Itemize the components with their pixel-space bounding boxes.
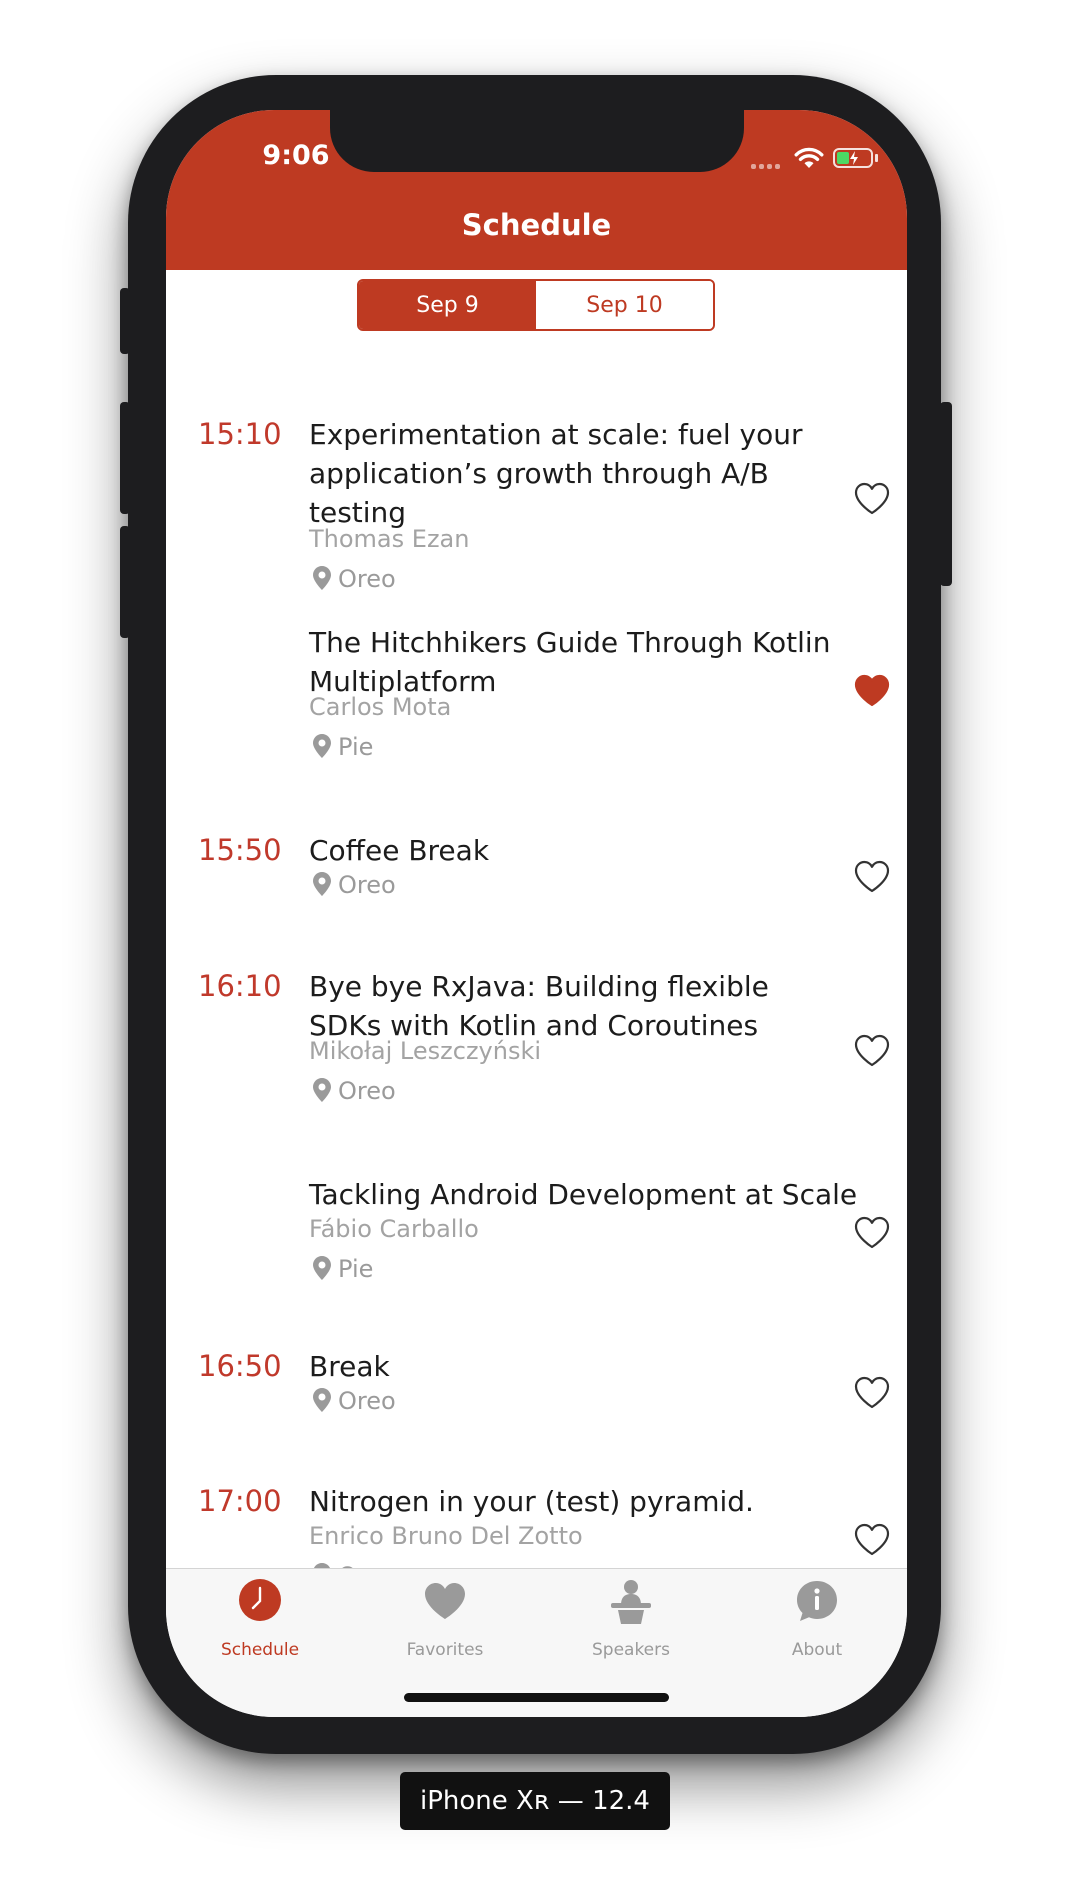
cellular-signal-dot: [767, 164, 772, 169]
battery-cap: [875, 154, 878, 162]
session-speaker: Thomas Ezan: [309, 525, 470, 553]
session-row[interactable]: Tackling Android Development at Scale Fá…: [166, 1175, 907, 1295]
day-selector: Sep 9 Sep 10: [357, 279, 715, 331]
session-time: 15:10: [198, 417, 282, 451]
session-title: Tackling Android Development at Scale: [309, 1178, 858, 1211]
favorite-heart-icon[interactable]: [852, 1373, 892, 1413]
cellular-signal-dot: [759, 164, 764, 169]
room-name: Oreo: [338, 565, 396, 593]
location-pin-icon: [313, 1388, 331, 1412]
location-pin-icon: [313, 734, 331, 758]
session-time: 16:50: [198, 1349, 282, 1383]
info-bubble-icon: [797, 1581, 837, 1621]
room-name: Oreo: [338, 1077, 396, 1105]
session-time: 15:50: [198, 833, 282, 867]
session-row[interactable]: 16:10 Bye bye RxJava: Building flexible …: [166, 967, 907, 1117]
nav-header: 9:06 Schedule: [166, 110, 907, 270]
home-indicator[interactable]: [404, 1693, 669, 1702]
room-name: Oreo: [338, 1387, 396, 1415]
favorite-heart-filled-icon[interactable]: [852, 671, 892, 711]
session-speaker: Mikołaj Leszczyński: [309, 1037, 542, 1065]
session-title: Coffee Break: [309, 834, 490, 867]
session-row[interactable]: 15:10 Experimentation at scale: fuel you…: [166, 415, 907, 600]
favorite-heart-icon[interactable]: [852, 479, 892, 519]
location-pin-icon: [313, 872, 331, 896]
favorite-heart-icon[interactable]: [852, 857, 892, 897]
battery-icon: [833, 148, 873, 168]
session-speaker: Carlos Mota: [309, 693, 452, 721]
session-title: Bye bye RxJava: Building flexible SDKs w…: [309, 970, 769, 1042]
wifi-icon: [794, 147, 824, 168]
favorite-heart-icon[interactable]: [852, 1031, 892, 1071]
tab-label: Schedule: [220, 1640, 300, 1660]
device-notch: [330, 110, 744, 172]
session-row[interactable]: 15:50 Coffee Break Oreo: [166, 831, 907, 941]
session-room: Oreo: [309, 871, 396, 899]
clock-icon: [239, 1579, 281, 1621]
schedule-list[interactable]: 15:10 Experimentation at scale: fuel you…: [166, 335, 907, 1678]
session-title: Experimentation at scale: fuel your appl…: [309, 418, 803, 529]
session-room: Pie: [309, 733, 373, 761]
session-row[interactable]: 16:50 Break Oreo: [166, 1347, 907, 1457]
session-title: The Hitchhikers Guide Through Kotlin Mul…: [309, 626, 831, 698]
favorite-heart-icon[interactable]: [852, 1520, 892, 1560]
session-room: Oreo: [309, 1387, 396, 1415]
cellular-signal-dot: [775, 164, 780, 169]
cellular-signal-icon: [751, 164, 756, 169]
session-title: Break: [309, 1350, 390, 1383]
status-icons: [751, 144, 891, 174]
session-room: Oreo: [309, 1077, 396, 1105]
session-room: Pie: [309, 1255, 373, 1283]
tab-label: About: [791, 1640, 843, 1660]
page-title: Schedule: [461, 208, 612, 242]
speaker-podium-icon: [611, 1580, 651, 1624]
room-name: Oreo: [338, 871, 396, 899]
room-name: Pie: [338, 1255, 374, 1283]
session-row[interactable]: The Hitchhikers Guide Through Kotlin Mul…: [166, 623, 907, 773]
day-tab-sep-9[interactable]: Sep 9: [359, 281, 536, 329]
room-name: Pie: [338, 733, 374, 761]
session-title: Nitrogen in your (test) pyramid.: [309, 1485, 754, 1518]
tab-label: Speakers: [591, 1640, 670, 1660]
device-silent-switch: [120, 288, 130, 354]
heart-icon: [425, 1583, 465, 1619]
session-speaker: Enrico Bruno Del Zotto: [309, 1522, 583, 1550]
favorite-heart-icon[interactable]: [852, 1213, 892, 1253]
day-tab-sep-10[interactable]: Sep 10: [536, 281, 713, 329]
device-power-button: [940, 402, 952, 586]
session-room: Oreo: [309, 565, 396, 593]
device-volume-up-button: [120, 402, 130, 514]
session-time: 16:10: [198, 969, 282, 1003]
location-pin-icon: [313, 1078, 331, 1102]
status-time: 9:06: [262, 140, 330, 171]
device-volume-down-button: [120, 526, 130, 638]
simulator-device-label: iPhone Xʀ — 12.4: [400, 1772, 670, 1830]
phone-screen: 9:06 Schedule Sep 9 Sep 10 15:10 Experim…: [166, 110, 907, 1717]
session-time: 17:00: [198, 1484, 282, 1518]
charging-bolt-icon: [850, 151, 858, 165]
location-pin-icon: [313, 1256, 331, 1280]
tab-label: Favorites: [406, 1640, 484, 1660]
session-speaker: Fábio Carballo: [309, 1215, 479, 1243]
location-pin-icon: [313, 566, 331, 590]
